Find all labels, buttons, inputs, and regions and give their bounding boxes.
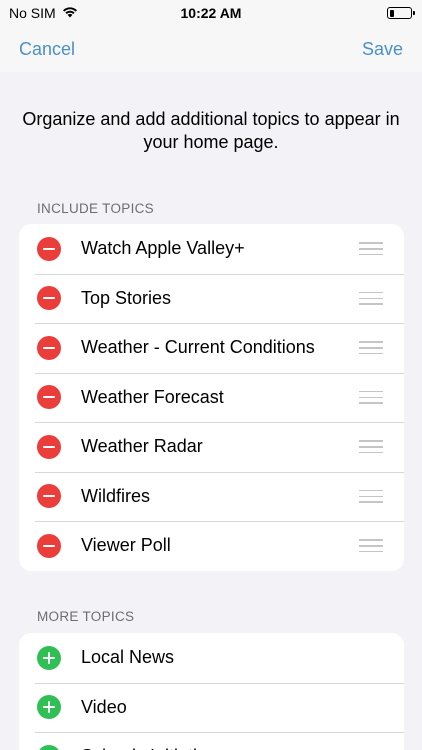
include-topic-row[interactable]: Weather Radar xyxy=(19,422,404,472)
reorder-handle-icon[interactable] xyxy=(359,341,383,355)
topic-label: Weather Radar xyxy=(81,436,203,457)
topic-label: Weather Forecast xyxy=(81,386,224,407)
minus-icon xyxy=(43,445,55,448)
more-topic-row[interactable]: Schools Initiative xyxy=(19,732,404,750)
topic-label: Top Stories xyxy=(81,287,172,308)
remove-topic-button[interactable] xyxy=(37,335,61,360)
battery-icon xyxy=(387,7,415,19)
minus-icon xyxy=(43,247,55,250)
save-button[interactable]: Save xyxy=(362,39,403,60)
topic-label: Weather - Current Conditions xyxy=(81,337,315,358)
topic-label: Schools Initiative xyxy=(81,746,404,750)
remove-topic-button[interactable] xyxy=(37,385,61,410)
include-topic-row[interactable]: Weather Forecast xyxy=(19,372,404,423)
minus-icon xyxy=(43,346,55,349)
carrier-label: No SIM xyxy=(9,5,56,21)
include-topics-header: INCLUDE TOPICS xyxy=(37,201,154,216)
topic-label: Local News xyxy=(81,647,175,668)
include-topic-row[interactable]: Watch Apple Valley+ xyxy=(19,224,404,274)
add-topic-button[interactable] xyxy=(37,645,61,670)
status-bar: No SIM 10:22 AM xyxy=(0,0,422,26)
minus-icon xyxy=(43,495,55,498)
status-left: No SIM xyxy=(9,5,78,21)
include-topic-row[interactable]: Weather - Current Conditions xyxy=(19,323,404,373)
intro-text: Organize and add additional topics to ap… xyxy=(22,109,400,152)
minus-icon xyxy=(43,396,55,399)
reorder-handle-icon[interactable] xyxy=(359,242,383,256)
more-topic-row[interactable]: Video xyxy=(19,682,404,733)
add-topic-button[interactable] xyxy=(37,744,61,750)
remove-topic-button[interactable] xyxy=(37,434,61,459)
reorder-handle-icon[interactable] xyxy=(359,440,383,454)
nav-bar: Cancel Save xyxy=(0,26,422,72)
include-topic-row[interactable]: Viewer Poll xyxy=(19,521,404,571)
reorder-handle-icon[interactable] xyxy=(359,489,383,503)
plus-icon xyxy=(43,651,55,664)
include-topic-row[interactable]: Top Stories xyxy=(19,273,404,324)
topic-label: Wildfires xyxy=(81,485,151,506)
minus-icon xyxy=(43,297,55,300)
topic-label: Video xyxy=(81,696,127,717)
wifi-icon xyxy=(62,5,78,21)
battery-level xyxy=(389,9,395,17)
topic-label: Watch Apple Valley+ xyxy=(81,238,245,259)
cancel-button[interactable]: Cancel xyxy=(19,39,75,60)
reorder-handle-icon[interactable] xyxy=(359,291,383,305)
remove-topic-button[interactable] xyxy=(37,236,61,261)
more-topic-row[interactable]: Local News xyxy=(19,633,404,683)
remove-topic-button[interactable] xyxy=(37,286,61,311)
plus-icon xyxy=(43,701,55,714)
more-topics-header: MORE TOPICS xyxy=(37,609,135,624)
reorder-handle-icon[interactable] xyxy=(359,390,383,404)
add-topic-button[interactable] xyxy=(37,695,61,720)
remove-topic-button[interactable] xyxy=(37,484,61,509)
include-topics-list: Watch Apple Valley+ Top Stories Weather - … xyxy=(19,224,404,571)
topic-label: Viewer Poll xyxy=(81,535,171,556)
minus-icon xyxy=(43,544,55,547)
more-topics-list: Local News Video Schools Initiative xyxy=(19,633,404,750)
remove-topic-button[interactable] xyxy=(37,533,61,558)
include-topic-row[interactable]: Wildfires xyxy=(19,471,404,522)
reorder-handle-icon[interactable] xyxy=(359,539,383,553)
